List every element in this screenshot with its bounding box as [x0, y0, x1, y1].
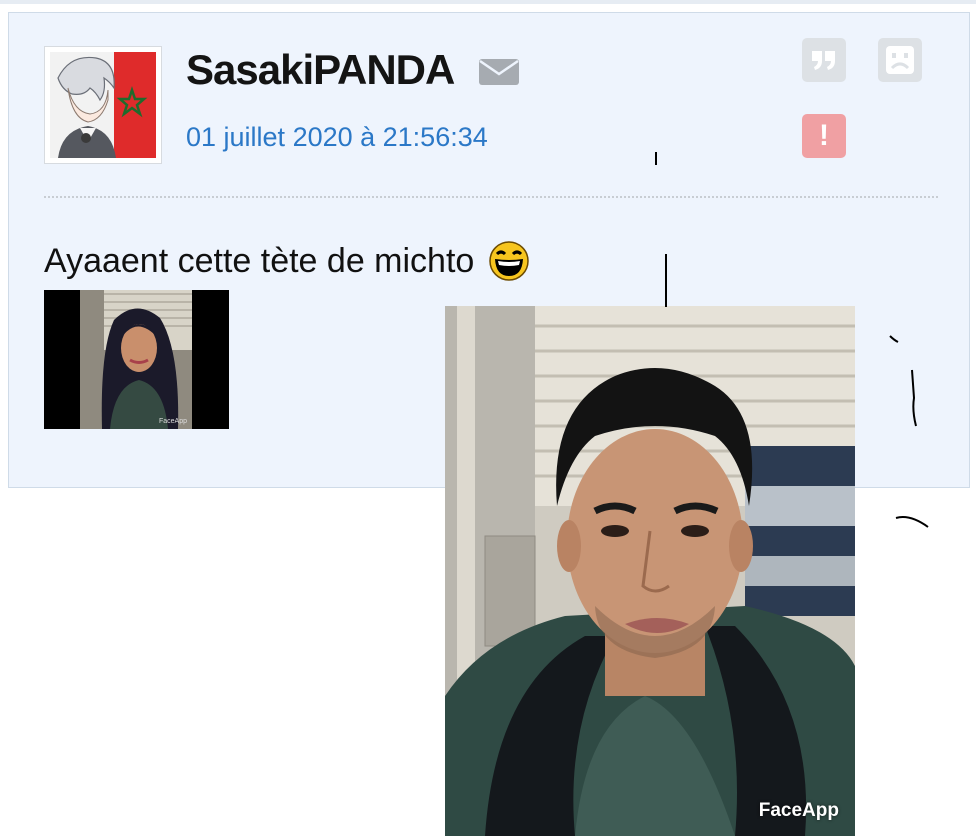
thumbnail-watermark: FaceApp: [158, 418, 187, 425]
sad-face-icon: [886, 46, 914, 74]
post-timestamp[interactable]: 01 juillet 2020 à 21:56:34: [186, 122, 488, 153]
avatar[interactable]: [44, 46, 162, 164]
laughing-emoji-icon: [489, 241, 530, 281]
report-button[interactable]: !: [802, 114, 846, 158]
photo-watermark: FaceApp: [758, 800, 839, 821]
sad-button[interactable]: [878, 38, 922, 82]
top-border: [0, 0, 976, 4]
quote-icon: [812, 51, 835, 70]
username[interactable]: SasakiPANDA: [186, 46, 455, 94]
quote-button[interactable]: [802, 38, 846, 82]
envelope-icon[interactable]: [478, 58, 520, 86]
avatar-image: [50, 52, 156, 158]
overlay-photo: FaceApp: [445, 306, 855, 836]
message-text: Ayaaent cette tète de michto: [44, 241, 475, 280]
post-divider: [44, 196, 938, 198]
post-message: Ayaaent cette tète de michto: [44, 240, 530, 282]
attached-thumbnail[interactable]: FaceApp: [44, 290, 229, 429]
exclamation-icon: !: [819, 119, 829, 152]
